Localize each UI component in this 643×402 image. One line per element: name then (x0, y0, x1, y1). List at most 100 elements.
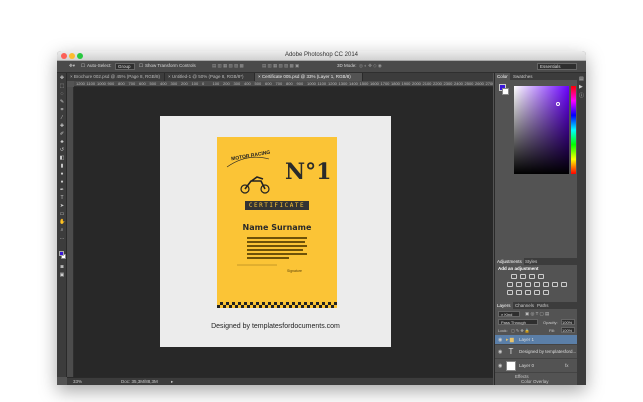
body-line (247, 237, 307, 239)
filter-icons[interactable]: ▣ ◎ T ▢ ▤ (525, 311, 549, 317)
hue-slider[interactable] (571, 86, 576, 174)
show-transform-checkbox[interactable]: ☐ (139, 63, 143, 69)
tab-certificate[interactable]: × Certificate 005.psd @ 33% (Layer 1, RG… (255, 73, 363, 81)
body-line (247, 241, 305, 243)
ruler-tick-label: 1700 (380, 81, 390, 86)
brush-tool-icon[interactable]: ✐ (59, 132, 65, 137)
visibility-eye-icon[interactable]: ◉ (498, 337, 502, 343)
tab-swatches[interactable]: Swatches (511, 73, 535, 80)
color-lookup-adjustment-icon[interactable] (561, 282, 567, 287)
crop-tool-icon[interactable]: ⌗ (59, 108, 65, 113)
tab-styles[interactable]: Styles (523, 258, 539, 265)
tab-adjustments[interactable]: Adjustments (495, 258, 524, 265)
type-tool-icon[interactable]: T (59, 196, 65, 201)
lock-icons[interactable]: ▢ ✎ ✥ 🔒 (511, 328, 530, 333)
exposure-adjustment-icon[interactable] (538, 274, 544, 279)
photo-filter-adjustment-icon[interactable] (543, 282, 549, 287)
layer-row-layer0[interactable]: ◉ Layer 0 fx (495, 359, 577, 373)
visibility-eye-icon[interactable]: ◉ (498, 349, 502, 355)
auto-select-dropdown[interactable]: Group (115, 63, 135, 70)
layer-row-layer1[interactable]: ◉ ▸ ▆ Layer 1 (495, 335, 577, 345)
selective-color-adjustment-icon[interactable] (534, 290, 540, 295)
eyedropper-tool-icon[interactable]: ⁄ (59, 116, 65, 121)
quick-mask-icon[interactable]: ◙ (59, 265, 65, 270)
align-icons[interactable]: ▤ ▥ ▦ ▧ ▨ ▩ (212, 63, 244, 69)
kind-filter-dropdown[interactable]: ⌕ Kind (498, 311, 520, 317)
blur-tool-icon[interactable]: ● (59, 172, 65, 177)
color-picker-field[interactable] (514, 86, 569, 174)
threshold-adjustment-icon[interactable] (525, 290, 531, 295)
zoom-tool-icon[interactable]: ⌕ (59, 228, 65, 233)
distribute-icons[interactable]: ▤ ▥ ▦ ▧ ▨ ▩ ▣ (262, 63, 299, 69)
fx-badge[interactable]: fx (565, 363, 569, 368)
color-overlay-row[interactable]: Color Overlay (495, 379, 577, 385)
window-title: Adobe Photoshop CC 2014 (284, 52, 359, 58)
tab-layers[interactable]: Layers (495, 302, 513, 309)
pen-tool-icon[interactable]: ✒ (59, 188, 65, 193)
ruler-tick-label: 300 (170, 81, 178, 86)
3d-mode-icons[interactable]: ◎ ◐ ✥ ◇ ◉ (359, 63, 382, 69)
actions-panel-icon[interactable]: ▶ (579, 84, 583, 90)
tab-channels[interactable]: Channels (513, 302, 536, 309)
picker-marker[interactable] (556, 102, 560, 106)
invert-adjustment-icon[interactable] (507, 290, 513, 295)
healing-tool-icon[interactable]: ✚ (59, 124, 65, 129)
panel-background-swatch[interactable] (502, 88, 509, 95)
ruler-tick-label: 600 (139, 81, 146, 86)
opacity-input[interactable]: 100% (561, 319, 575, 325)
ruler-tick-label: 1400 (349, 81, 358, 86)
tab-brochure[interactable]: × Brochure 002.psd @ 45% (Page 8, RGB/8) (67, 73, 165, 81)
status-menu-arrow[interactable]: ▸ (171, 379, 173, 385)
tab-untitled[interactable]: × Untitled-1 @ 50% (Page 8, RGB/8*) (165, 73, 255, 81)
path-select-tool-icon[interactable]: ➤ (59, 204, 65, 209)
document-canvas[interactable]: MOTOR RACING N°1 CERTIFICATE Name Surnam… (160, 116, 391, 347)
blend-mode-dropdown[interactable]: Pass Through (498, 319, 538, 325)
marquee-tool-icon[interactable]: ⬚ (59, 84, 65, 89)
eraser-tool-icon[interactable]: ◧ (59, 156, 65, 161)
dodge-tool-icon[interactable]: ● (59, 180, 65, 185)
options-bar: ✥▾ ☐ Auto-Select: Group ☐ Show Transform… (57, 61, 586, 73)
visibility-eye-icon[interactable]: ◉ (498, 363, 502, 369)
lasso-tool-icon[interactable]: ◌ (59, 92, 65, 97)
curves-adjustment-icon[interactable] (529, 274, 535, 279)
history-brush-tool-icon[interactable]: ↺ (59, 148, 65, 153)
tab-label: Brochure 002.psd @ 45% (Page 8, RGB/8) (73, 74, 161, 79)
stamp-tool-icon[interactable]: ♣ (59, 140, 65, 145)
brightness-adjustment-icon[interactable] (511, 274, 517, 279)
layer-row-text[interactable]: ◉ T Designed by templatesford... (495, 345, 577, 359)
color-balance-adjustment-icon[interactable] (525, 282, 531, 287)
history-panel-icon[interactable]: ▤ (579, 76, 584, 82)
quick-select-tool-icon[interactable]: ✎ (59, 100, 65, 105)
move-tool-icon[interactable]: ✥ (59, 76, 65, 81)
tab-label: Certificate 005.psd @ 33% (Layer 1, RGB/… (261, 74, 351, 79)
canvas-area[interactable]: MOTOR RACING N°1 CERTIFICATE Name Surnam… (74, 87, 493, 377)
ruler-tick-label: 100 (191, 81, 199, 86)
vibrance-adjustment-icon[interactable] (507, 282, 513, 287)
tab-paths[interactable]: Paths (535, 302, 551, 309)
hue-saturation-adjustment-icon[interactable] (516, 282, 522, 287)
levels-adjustment-icon[interactable] (520, 274, 526, 279)
body-line (247, 257, 289, 259)
ruler-tick-label: 600 (265, 81, 272, 86)
ruler-tick-label: 2400 (454, 81, 463, 86)
vertical-ruler[interactable] (67, 87, 74, 377)
screen-mode-icon[interactable]: ▣ (59, 273, 65, 278)
move-tool-icon[interactable]: ✥▾ (69, 63, 75, 69)
gradient-map-adjustment-icon[interactable] (543, 290, 549, 295)
color-overlay-label: Color Overlay (521, 379, 549, 384)
posterize-adjustment-icon[interactable] (516, 290, 522, 295)
ruler-tick-label: 2000 (412, 81, 421, 86)
gradient-tool-icon[interactable]: ▮ (59, 164, 65, 169)
black-white-adjustment-icon[interactable] (534, 282, 540, 287)
hand-tool-icon[interactable]: ✋ (59, 220, 65, 225)
tab-color[interactable]: Color (495, 73, 510, 80)
channel-mixer-adjustment-icon[interactable] (552, 282, 558, 287)
layer-name: Layer 0 (519, 363, 535, 368)
more-tools-icon[interactable]: … (59, 236, 65, 241)
shape-tool-icon[interactable]: ▭ (59, 212, 65, 217)
zoom-level[interactable]: 33% (73, 379, 82, 384)
workspace-dropdown[interactable]: Essentials (537, 63, 577, 70)
fill-input[interactable]: 100% (561, 327, 575, 333)
auto-select-checkbox[interactable]: ☐ (81, 63, 85, 69)
info-panel-icon[interactable]: ⓘ (579, 92, 584, 99)
